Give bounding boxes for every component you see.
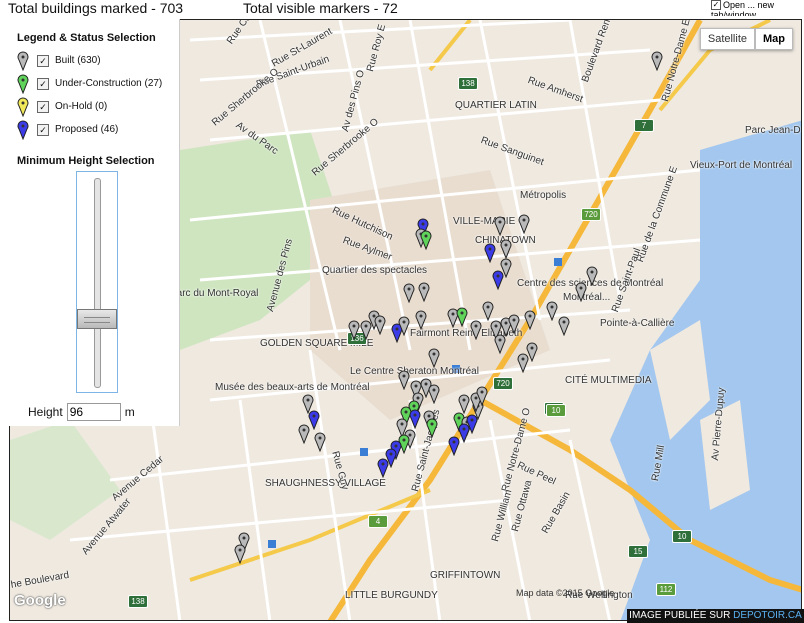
marker-pin-icon[interactable] — [403, 283, 415, 303]
marker-pin-icon[interactable] — [651, 51, 663, 71]
marker-pin-icon — [17, 74, 29, 97]
legend-label: On-Hold (0) — [55, 101, 108, 112]
map-type-control: Satellite Map — [699, 28, 793, 50]
legend-item[interactable]: ✓ On-Hold (0) — [17, 97, 177, 120]
map-label: Vieux-Port de Montréal — [690, 160, 793, 171]
checkbox-icon[interactable]: ✓ — [711, 0, 721, 10]
highway-shield: 7 — [634, 119, 654, 132]
marker-pin-icon[interactable] — [470, 320, 482, 340]
map-label: Pointe-à-Callière — [600, 318, 675, 329]
marker-pin-icon[interactable] — [428, 384, 440, 404]
height-unit: m — [124, 405, 135, 419]
height-slider[interactable] — [76, 171, 118, 393]
marker-pin-icon[interactable] — [484, 243, 496, 263]
map-label: GRIFFINTOWN — [430, 570, 501, 581]
marker-pin-icon[interactable] — [420, 230, 432, 250]
marker-pin-icon — [17, 97, 29, 120]
marker-pin-icon[interactable] — [508, 314, 520, 334]
legend-label: Built (630) — [55, 55, 101, 66]
marker-pin-icon[interactable] — [575, 282, 587, 302]
marker-pin-icon[interactable] — [482, 301, 494, 321]
highway-shield: 10 — [546, 404, 566, 417]
legend-label: Proposed (46) — [55, 124, 119, 135]
map-label: Parc Jean-D — [745, 125, 801, 136]
legend-item[interactable]: ✓ Built (630) — [17, 51, 177, 74]
marker-pin-icon[interactable] — [558, 316, 570, 336]
map-label: QUARTIER LATIN — [455, 100, 537, 111]
control-panel: Legend & Status Selection ✓ Built (630) ✓ U… — [9, 19, 180, 426]
slider-track — [94, 178, 101, 388]
map-button[interactable]: Map — [755, 28, 793, 50]
watermark-prefix: IMAGE PUBLIÉE SUR — [629, 610, 734, 621]
marker-pin-icon[interactable] — [448, 436, 460, 456]
google-logo: Google — [14, 592, 66, 609]
total-marked-text: Total buildings marked - 703 — [8, 0, 184, 16]
marker-pin-icon[interactable] — [348, 320, 360, 340]
marker-pin-icon[interactable] — [492, 270, 504, 290]
checkbox-icon[interactable]: ✓ — [37, 101, 49, 113]
marker-pin-icon[interactable] — [374, 315, 386, 335]
highway-shield: 10 — [672, 530, 692, 543]
checkbox-icon[interactable]: ✓ — [37, 78, 49, 90]
map-label: CITÉ MULTIMEDIA — [565, 375, 652, 386]
map-label: LITTLE BURGUNDY — [345, 590, 438, 601]
highway-shield: 138 — [458, 77, 478, 90]
marker-pin-icon[interactable] — [458, 394, 470, 414]
marker-pin-icon[interactable] — [298, 424, 310, 444]
new-tab-option[interactable]: ✓ Open ... new tab/window — [711, 0, 804, 16]
watermark: IMAGE PUBLIÉE SUR DEPOTOIR.CA — [627, 609, 804, 623]
marker-pin-icon — [17, 120, 29, 143]
highway-shield: 138 — [128, 595, 148, 608]
height-label: Height — [28, 405, 63, 419]
map-label: Musée des beaux-arts de Montréal — [215, 382, 370, 393]
highway-shield: 720 — [581, 208, 601, 221]
marker-pin-icon[interactable] — [398, 316, 410, 336]
marker-pin-icon[interactable] — [494, 334, 506, 354]
marker-pin-icon[interactable] — [409, 409, 421, 429]
map-attribution: Map data ©2015 Google — [516, 588, 615, 598]
marker-pin-icon[interactable] — [494, 216, 506, 236]
marker-pin-icon[interactable] — [476, 386, 488, 406]
height-row: Height m — [28, 403, 135, 421]
highway-shield: 720 — [493, 377, 513, 390]
marker-pin-icon[interactable] — [518, 214, 530, 234]
marker-pin-icon[interactable] — [377, 458, 389, 478]
map-label: Quartier des spectacles — [322, 265, 428, 276]
legend-label: Under-Construction (27) — [55, 78, 163, 89]
legend-item[interactable]: ✓ Proposed (46) — [17, 120, 177, 143]
map-label: Parc du Mont-Royal — [170, 288, 259, 299]
marker-pin-icon[interactable] — [234, 544, 246, 564]
satellite-button[interactable]: Satellite — [699, 28, 755, 50]
marker-pin-icon[interactable] — [314, 432, 326, 452]
highway-shield: 112 — [656, 583, 676, 596]
marker-pin-icon[interactable] — [415, 310, 427, 330]
marker-pin-icon[interactable] — [418, 282, 430, 302]
legend-title: Legend & Status Selection — [17, 32, 156, 44]
marker-pin-icon[interactable] — [517, 353, 529, 373]
marker-pin-icon — [17, 51, 29, 74]
watermark-site: DEPOTOIR.CA — [733, 610, 802, 621]
highway-road — [189, 488, 431, 582]
slider-thumb[interactable] — [77, 309, 117, 329]
checkbox-icon[interactable]: ✓ — [37, 55, 49, 67]
height-input[interactable] — [66, 403, 121, 421]
map-label: Métropolis — [520, 190, 567, 201]
marker-pin-icon[interactable] — [586, 266, 598, 286]
total-visible-text: Total visible markers - 72 — [243, 0, 398, 16]
height-title: Minimum Height Selection — [17, 155, 155, 167]
marker-pin-icon[interactable] — [428, 348, 440, 368]
checkbox-icon[interactable]: ✓ — [37, 124, 49, 136]
marker-pin-icon[interactable] — [500, 239, 512, 259]
marker-pin-icon[interactable] — [398, 370, 410, 390]
marker-pin-icon[interactable] — [546, 301, 558, 321]
highway-shield: 15 — [628, 545, 648, 558]
marker-pin-icon[interactable] — [456, 307, 468, 327]
map-label: Le Centre Sheraton Montréal — [350, 366, 479, 377]
header-bar: Total buildings marked - 703 Total visib… — [0, 0, 804, 18]
marker-pin-icon[interactable] — [524, 310, 536, 330]
highway-shield: 4 — [368, 515, 388, 528]
map-label: SHAUGHNESSY VILLAGE — [265, 478, 386, 489]
legend-item[interactable]: ✓ Under-Construction (27) — [17, 74, 177, 97]
marker-pin-icon[interactable] — [426, 418, 438, 438]
